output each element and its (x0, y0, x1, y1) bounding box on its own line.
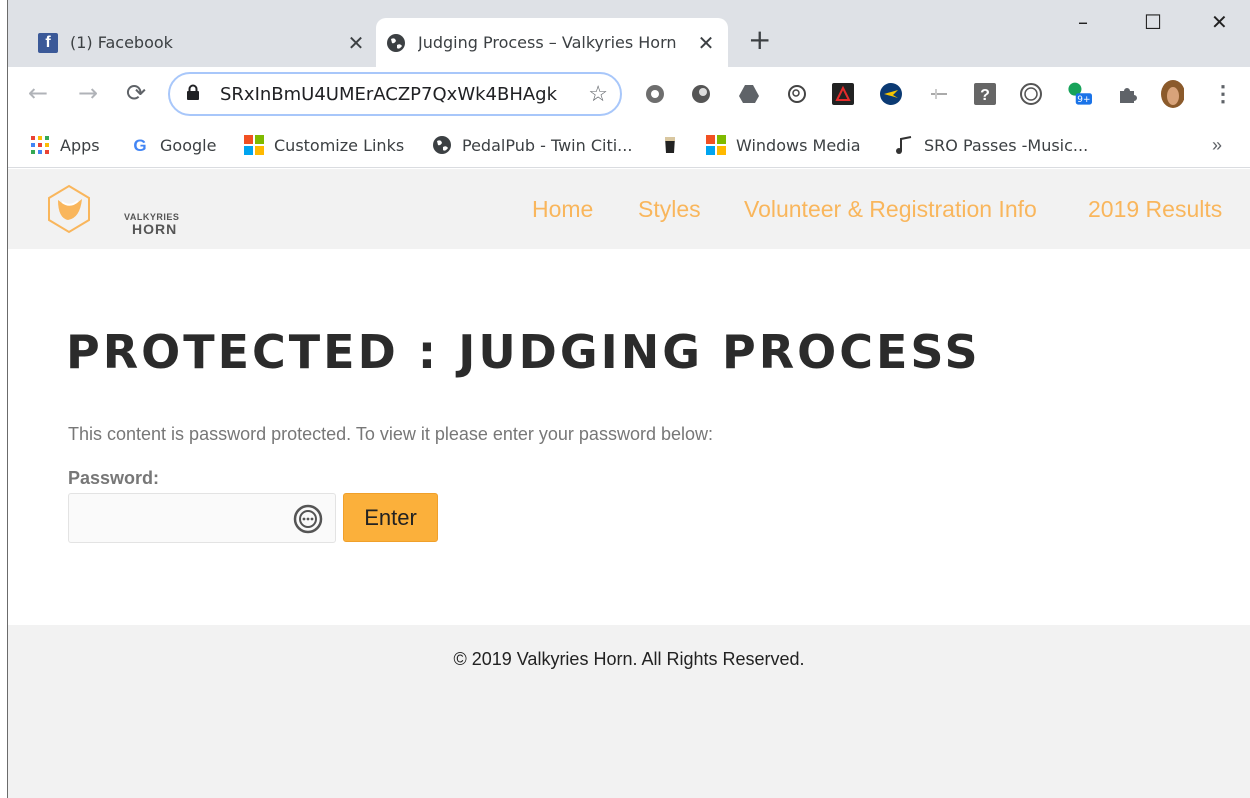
puzzle-extensions-icon[interactable] (1114, 81, 1140, 107)
tab-judging-process[interactable]: Judging Process – Valkyries Horn ✕ (376, 18, 728, 67)
address-bar[interactable]: SRxInBmU4UMErACZP7QxWk4BHAgk ☆ (168, 72, 622, 116)
password-label: Password: (68, 468, 160, 488)
main-content: PROTECTED : JUDGING PROCESS This content… (8, 249, 1250, 625)
page-title: PROTECTED : JUDGING PROCESS (66, 325, 981, 379)
extension-circle-icon[interactable] (642, 81, 668, 107)
bookmark-windows-media[interactable]: Windows Media (706, 132, 861, 158)
nav-home[interactable]: Home (532, 196, 593, 223)
tab-facebook[interactable]: f (1) Facebook ✕ (28, 18, 378, 67)
bookmark-customize-links[interactable]: Customize Links (244, 132, 404, 158)
google-drive-icon[interactable] (736, 81, 762, 107)
bookmark-label: Google (160, 135, 217, 155)
extension-badge-icon[interactable]: 9+ (1066, 81, 1092, 107)
lock-icon (186, 84, 202, 105)
logo-text-bottom: HORN (132, 221, 178, 237)
new-tab-button[interactable]: + (748, 26, 771, 54)
bookmark-pedalpub[interactable]: PedalPub - Twin Citi... (432, 132, 632, 158)
horn-logo-icon (48, 184, 90, 234)
bookmark-sro-passes[interactable]: SRO Passes -Music... (894, 132, 1088, 158)
bookmark-star-icon[interactable]: ☆ (588, 81, 608, 107)
google-icon: G (130, 135, 150, 155)
site-header: VALKYRIES HORN Home Styles Volunteer & R… (8, 169, 1250, 249)
globe-icon (432, 135, 452, 155)
nav-2019-results[interactable]: 2019 Results (1088, 196, 1222, 223)
bookmark-label: SRO Passes -Music... (924, 135, 1089, 155)
bookmarks-bar: Apps G Google Customize Links PedalPub -… (8, 123, 1250, 168)
svg-text:?: ? (980, 87, 990, 104)
bookmark-beer[interactable] (660, 132, 690, 158)
facebook-icon: f (38, 32, 58, 53)
bookmark-apps[interactable]: Apps (30, 132, 100, 158)
enter-button[interactable]: Enter (343, 493, 438, 542)
music-note-icon (894, 135, 914, 155)
beer-icon (660, 135, 680, 155)
site-logo[interactable]: VALKYRIES HORN (44, 184, 179, 237)
bookmark-label: PedalPub - Twin Citi... (462, 135, 633, 155)
close-tab-icon[interactable]: ✕ (344, 31, 368, 55)
close-tab-icon[interactable]: ✕ (694, 31, 718, 55)
bookmarks-overflow-icon[interactable]: » (1212, 135, 1222, 156)
tab-title: (1) Facebook (70, 33, 173, 52)
forward-button[interactable]: → (74, 79, 102, 107)
bookmark-label: Apps (60, 135, 100, 155)
minimize-button[interactable]: – (1078, 10, 1088, 34)
back-button[interactable]: ← (24, 79, 52, 107)
help-question-icon[interactable]: ? (972, 81, 998, 107)
browser-toolbar: ← → ⟳ SRxInBmU4UMErACZP7QxWk4BHAgk ☆ ? 9… (8, 67, 1250, 123)
extension-small-icon[interactable] (926, 81, 952, 107)
windows-icon (706, 135, 726, 155)
profile-avatar[interactable] (1158, 80, 1184, 108)
tab-strip: f (1) Facebook ✕ Judging Process – Valky… (8, 0, 1250, 67)
extension-disc-icon[interactable] (688, 81, 714, 107)
password-notice: This content is password protected. To v… (68, 424, 713, 444)
browser-window: f (1) Facebook ✕ Judging Process – Valky… (8, 0, 1250, 798)
bookmark-label: Customize Links (274, 135, 405, 155)
nav-volunteer-registration[interactable]: Volunteer & Registration Info (744, 196, 1037, 223)
globe-icon (386, 33, 406, 53)
plane-icon[interactable] (878, 81, 904, 107)
search-lens-icon[interactable] (784, 81, 810, 107)
chat-bubble-icon[interactable] (1018, 81, 1044, 107)
bookmark-label: Windows Media (736, 135, 861, 155)
bookmark-google[interactable]: G Google (130, 132, 216, 158)
close-window-button[interactable]: ✕ (1211, 10, 1228, 34)
copyright-text: © 2019 Valkyries Horn. All Rights Reserv… (453, 649, 805, 669)
tab-title: Judging Process – Valkyries Horn (418, 33, 677, 52)
adobe-pdf-icon[interactable] (830, 81, 856, 107)
reload-button[interactable]: ⟳ (122, 79, 150, 107)
apps-grid-icon (30, 135, 50, 155)
address-text[interactable]: SRxInBmU4UMErACZP7QxWk4BHAgk (220, 84, 588, 105)
maximize-button[interactable]: ☐ (1144, 10, 1162, 34)
windows-icon (244, 135, 264, 155)
browser-menu-icon[interactable]: ⋮ (1212, 81, 1234, 107)
nav-styles[interactable]: Styles (638, 196, 701, 223)
site-footer: © 2019 Valkyries Horn. All Rights Reserv… (8, 625, 1250, 798)
extensions-badge-text: 9+ (1077, 95, 1090, 105)
password-manager-icon[interactable] (290, 503, 326, 535)
svg-text:G: G (133, 136, 146, 154)
